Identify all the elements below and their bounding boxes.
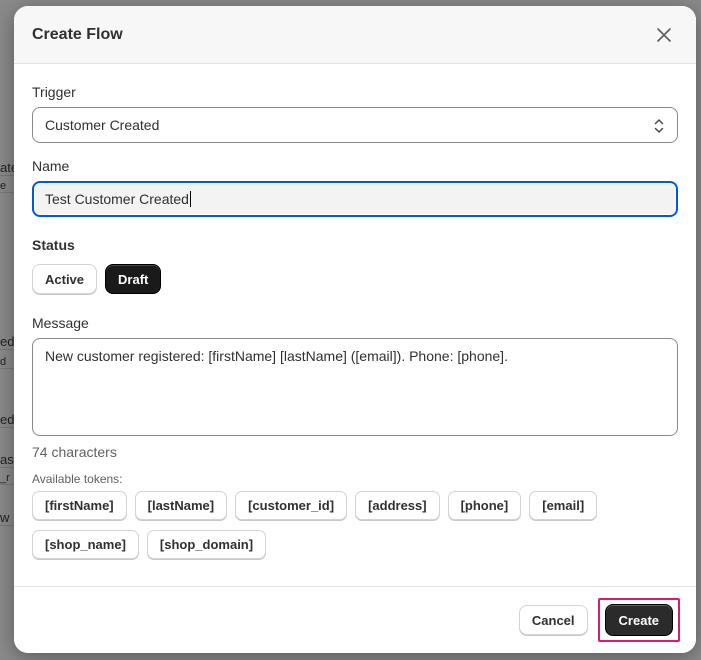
cancel-button[interactable]: Cancel bbox=[518, 605, 588, 635]
status-label: Status bbox=[32, 237, 75, 253]
create-button-highlight: Create bbox=[597, 598, 680, 642]
name-input[interactable]: Test Customer Created bbox=[32, 181, 678, 217]
token-first-name[interactable]: [firstName] bbox=[32, 491, 127, 520]
text-caret bbox=[189, 191, 191, 207]
tokens-label: Available tokens: bbox=[32, 472, 123, 486]
token-last-name[interactable]: [lastName] bbox=[134, 491, 228, 520]
trigger-select-value: Customer Created bbox=[45, 117, 160, 133]
create-button[interactable]: Create bbox=[604, 604, 673, 636]
status-toggle-group: Active Draft bbox=[32, 264, 678, 294]
modal-header: Create Flow bbox=[14, 6, 696, 64]
name-input-value: Test Customer Created bbox=[45, 191, 189, 207]
token-phone[interactable]: [phone] bbox=[447, 491, 522, 520]
message-label: Message bbox=[32, 315, 89, 331]
token-customer-id[interactable]: [customer_id] bbox=[235, 491, 348, 520]
status-draft-button[interactable]: Draft bbox=[105, 264, 162, 294]
token-shop-name[interactable]: [shop_name] bbox=[32, 530, 139, 559]
name-label: Name bbox=[32, 158, 70, 174]
message-textarea-value: New customer registered: [firstName] [la… bbox=[45, 348, 508, 364]
close-icon bbox=[657, 27, 671, 42]
message-textarea[interactable]: New customer registered: [firstName] [la… bbox=[32, 338, 678, 436]
status-active-button[interactable]: Active bbox=[32, 264, 98, 294]
trigger-select[interactable]: Customer Created bbox=[32, 107, 678, 143]
chevron-up-down-icon bbox=[654, 119, 664, 133]
token-shop-domain[interactable]: [shop_domain] bbox=[146, 530, 267, 559]
modal-body: Trigger Customer Created Name Test Custo… bbox=[14, 64, 696, 559]
token-list: [firstName] [lastName] [customer_id] [ad… bbox=[32, 491, 632, 559]
character-count: 74 characters bbox=[32, 444, 117, 460]
token-email[interactable]: [email] bbox=[529, 491, 598, 520]
token-address[interactable]: [address] bbox=[355, 491, 440, 520]
modal-footer: Cancel Create bbox=[14, 586, 696, 653]
modal-title: Create Flow bbox=[32, 25, 123, 43]
close-button[interactable] bbox=[650, 21, 678, 49]
create-flow-modal: Create Flow Trigger Customer Created Nam… bbox=[14, 6, 696, 653]
trigger-label: Trigger bbox=[32, 84, 76, 100]
